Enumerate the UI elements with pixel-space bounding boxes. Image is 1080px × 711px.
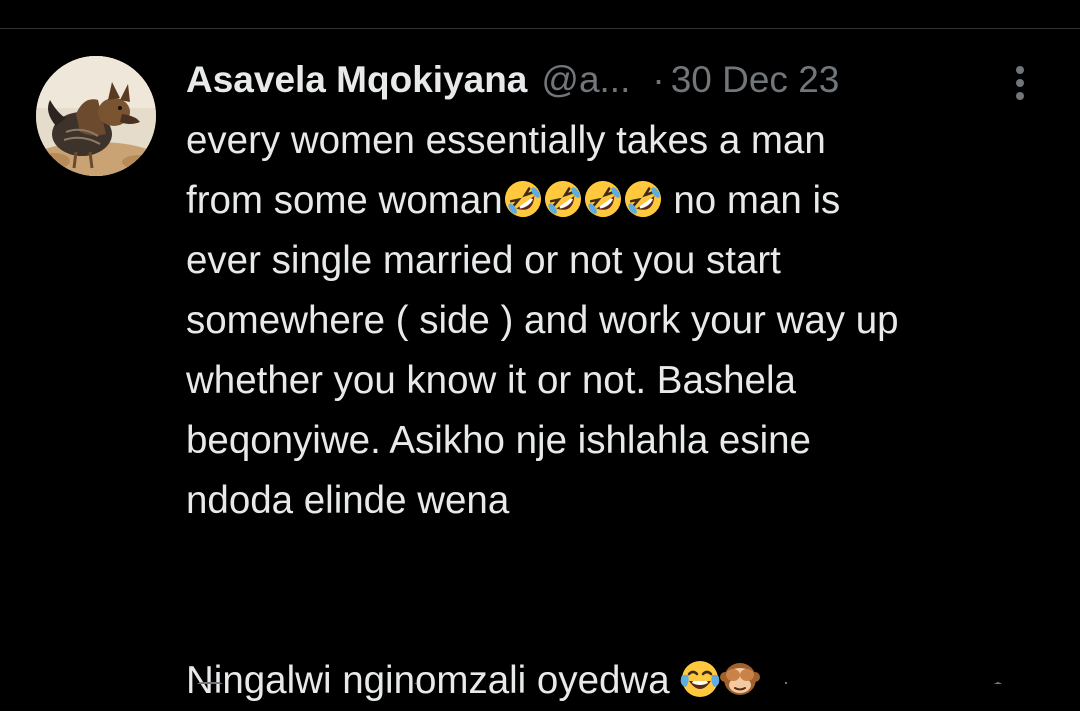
tweet-text-line: ndoda elinde wena xyxy=(186,479,510,522)
rolling-on-floor-laughing-icon xyxy=(543,179,583,219)
more-options-button[interactable] xyxy=(1004,61,1036,105)
rolling-on-floor-laughing-icon xyxy=(623,179,663,219)
rolling-on-floor-laughing-icon xyxy=(503,179,543,219)
tweet-text-line: beqonyiwe. Asikho nje ishlahla esine xyxy=(186,419,811,462)
tweet-text: every women essentially takes a man from… xyxy=(186,111,1056,711)
vertical-ellipsis-icon xyxy=(1016,66,1024,100)
tweet-text-line: somewhere ( side ) and work your way up xyxy=(186,299,899,342)
author-avatar[interactable] xyxy=(36,56,156,176)
tweet-text-segment: from some woman xyxy=(186,179,503,222)
tweet-text-line: ever single married or not you start xyxy=(186,239,781,282)
paragraph-break xyxy=(186,531,1056,651)
rooster-dog-avatar-icon xyxy=(36,56,156,176)
tweet-actions-bar xyxy=(186,676,1036,684)
tweet-text-line: whether you know it or not. Bashela xyxy=(186,359,796,402)
author-handle[interactable]: @a... xyxy=(541,57,630,103)
author-display-name[interactable]: Asavela Mqokiyana xyxy=(186,57,527,103)
rolling-on-floor-laughing-icon xyxy=(583,179,623,219)
tweet-header: Asavela Mqokiyana @a... · 30 Dec 23 xyxy=(186,57,839,103)
tweet-text-segment: no man is xyxy=(662,179,841,222)
header-separator: · xyxy=(652,59,665,100)
tweet-date[interactable]: 30 Dec 23 xyxy=(671,57,840,103)
tweet-article[interactable]: Asavela Mqokiyana @a... · 30 Dec 23 ever… xyxy=(0,29,1080,702)
tweet-text-line: from some woman no man is xyxy=(186,171,1056,231)
tweet-text-line: every women essentially takes a man xyxy=(186,119,826,162)
